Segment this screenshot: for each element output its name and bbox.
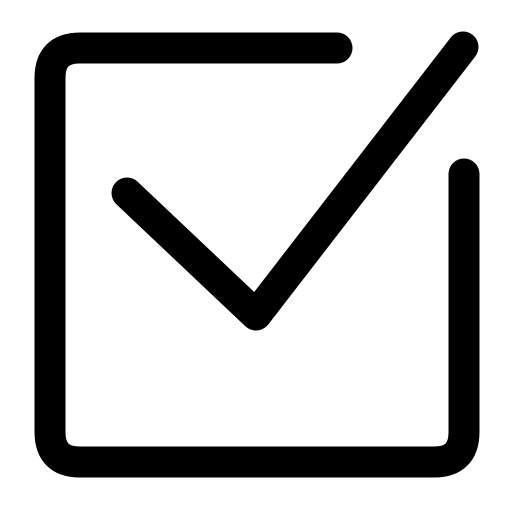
checkmark-path [111,31,479,331]
checkbox-checked-icon[interactable] [0,0,512,512]
checkbox-checked-svg [34,31,480,478]
icon-canvas [0,0,512,512]
